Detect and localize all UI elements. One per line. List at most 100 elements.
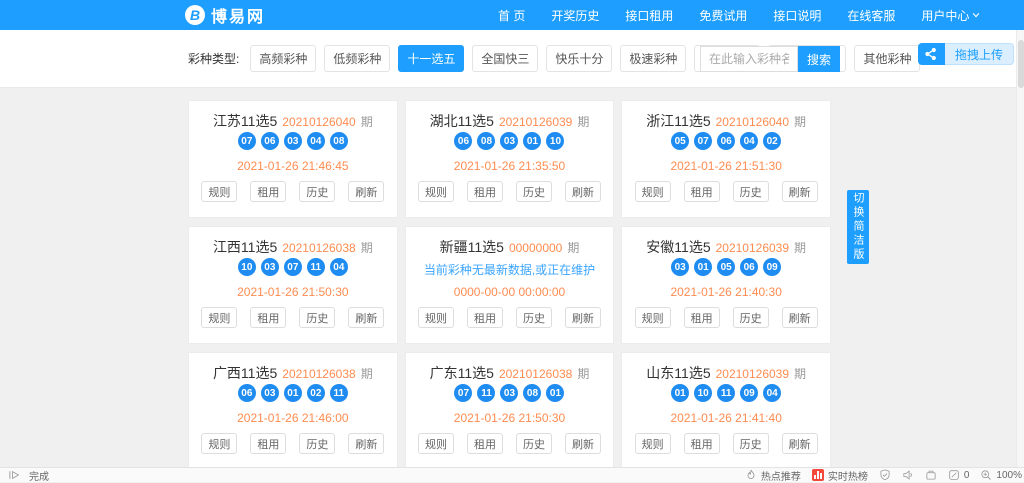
- rent-button[interactable]: 租用: [250, 307, 286, 328]
- search-button[interactable]: 搜索: [798, 46, 840, 72]
- rules-button[interactable]: 规则: [418, 307, 454, 328]
- refresh-button[interactable]: 刷新: [348, 181, 384, 202]
- rules-button[interactable]: 规则: [201, 181, 237, 202]
- realtime-hot-toggle[interactable]: 实时热榜: [812, 468, 868, 483]
- refresh-button[interactable]: 刷新: [565, 307, 601, 328]
- rent-button[interactable]: 租用: [467, 433, 503, 454]
- card-actions: 规则 租用 历史 刷新: [406, 307, 614, 328]
- nav-item-api-rent[interactable]: 接口租用: [625, 7, 673, 24]
- sound-button[interactable]: [902, 469, 914, 481]
- history-button[interactable]: 历史: [733, 433, 769, 454]
- switch-simple-version-button[interactable]: 切换简洁版: [847, 190, 869, 264]
- result-ball: 06: [238, 384, 256, 402]
- result-ball: 06: [454, 132, 472, 150]
- filter-11x5-active[interactable]: 十一选五: [398, 45, 464, 72]
- history-button[interactable]: 历史: [299, 307, 335, 328]
- card-actions: 规则 租用 历史 刷新: [406, 433, 614, 454]
- refresh-button[interactable]: 刷新: [565, 181, 601, 202]
- refresh-button[interactable]: 刷新: [348, 433, 384, 454]
- bar-chart-icon: [812, 469, 824, 481]
- result-ball: 01: [523, 132, 541, 150]
- issue-suffix: 期: [361, 239, 373, 256]
- nav-item-home[interactable]: 首 页: [498, 7, 525, 24]
- nav-item-free-trial[interactable]: 免费试用: [699, 7, 747, 24]
- history-button[interactable]: 历史: [516, 433, 552, 454]
- result-balls: 06 08 03 01 10: [406, 132, 614, 150]
- site-logo[interactable]: B 博易网: [185, 0, 265, 30]
- zoom-control[interactable]: 100%: [980, 469, 1022, 481]
- result-ball: 03: [261, 384, 279, 402]
- play-progress-icon: [8, 469, 20, 481]
- scrollbar-thumb[interactable]: [1018, 40, 1024, 88]
- filter-speed[interactable]: 极速彩种: [620, 45, 686, 72]
- security-shield-button[interactable]: [879, 469, 891, 481]
- extension-box-button[interactable]: [925, 469, 937, 481]
- history-button[interactable]: 历史: [516, 181, 552, 202]
- nav-item-user-center[interactable]: 用户中心: [921, 7, 980, 24]
- ad-block-counter[interactable]: 0: [948, 469, 970, 481]
- hot-recommend-toggle[interactable]: 热点推荐: [745, 468, 801, 483]
- issue-suffix: 期: [794, 365, 806, 382]
- rules-button[interactable]: 规则: [635, 181, 671, 202]
- rules-button[interactable]: 规则: [201, 433, 237, 454]
- refresh-button[interactable]: 刷新: [782, 181, 818, 202]
- rent-button[interactable]: 租用: [684, 433, 720, 454]
- rent-button[interactable]: 租用: [467, 307, 503, 328]
- rent-button[interactable]: 租用: [250, 181, 286, 202]
- refresh-button[interactable]: 刷新: [782, 433, 818, 454]
- nav-item-api-docs[interactable]: 接口说明: [773, 7, 821, 24]
- search-input[interactable]: [700, 46, 798, 72]
- logo-icon: B: [185, 5, 205, 25]
- drag-upload-button[interactable]: 拖拽上传: [945, 43, 1014, 65]
- history-button[interactable]: 历史: [516, 307, 552, 328]
- draw-time: 2021-01-26 21:50:30: [406, 411, 614, 425]
- refresh-button[interactable]: 刷新: [348, 307, 384, 328]
- filter-other[interactable]: 其他彩种: [854, 45, 920, 72]
- issue-suffix: 期: [794, 113, 806, 130]
- result-ball: 11: [717, 384, 735, 402]
- history-button[interactable]: 历史: [733, 181, 769, 202]
- result-ball: 11: [477, 384, 495, 402]
- rules-button[interactable]: 规则: [201, 307, 237, 328]
- result-ball: 06: [261, 132, 279, 150]
- issue-number: 20210126040: [282, 115, 355, 129]
- result-ball: 05: [671, 132, 689, 150]
- history-button[interactable]: 历史: [733, 307, 769, 328]
- refresh-button[interactable]: 刷新: [565, 433, 601, 454]
- nav-item-online-service[interactable]: 在线客服: [847, 7, 895, 24]
- rent-button[interactable]: 租用: [684, 307, 720, 328]
- rules-button[interactable]: 规则: [635, 433, 671, 454]
- history-button[interactable]: 历史: [299, 433, 335, 454]
- rules-button[interactable]: 规则: [635, 307, 671, 328]
- rules-button[interactable]: 规则: [418, 181, 454, 202]
- filter-national-k3[interactable]: 全国快三: [472, 45, 538, 72]
- filter-high-frequency[interactable]: 高频彩种: [250, 45, 316, 72]
- result-ball: 01: [671, 384, 689, 402]
- upload-control: 拖拽上传: [918, 43, 1014, 65]
- result-balls: 05 07 06 04 02: [622, 132, 830, 150]
- history-button[interactable]: 历史: [299, 181, 335, 202]
- lottery-name: 山东11选5: [646, 363, 710, 383]
- result-ball: 02: [307, 384, 325, 402]
- card-title-row: 广东11选5 20210126038 期: [406, 363, 614, 383]
- filter-happy10[interactable]: 快乐十分: [546, 45, 612, 72]
- nav-item-draw-history[interactable]: 开奖历史: [551, 7, 599, 24]
- chevron-down-icon: [972, 11, 980, 19]
- card-title-row: 浙江11选5 20210126040 期: [622, 111, 830, 131]
- share-nodes-icon[interactable]: [918, 43, 945, 65]
- issue-number: 20210126039: [716, 241, 789, 255]
- rent-button[interactable]: 租用: [250, 433, 286, 454]
- result-ball: 08: [330, 132, 348, 150]
- refresh-button[interactable]: 刷新: [782, 307, 818, 328]
- vertical-scrollbar[interactable]: [1016, 30, 1024, 467]
- result-balls: 06 03 01 02 11: [189, 384, 397, 402]
- result-ball: 03: [261, 258, 279, 276]
- filter-low-frequency[interactable]: 低频彩种: [324, 45, 390, 72]
- card-title-row: 新疆11选5 00000000 期: [406, 237, 614, 257]
- rules-button[interactable]: 规则: [418, 433, 454, 454]
- rent-button[interactable]: 租用: [684, 181, 720, 202]
- lottery-grid: 江苏11选5 20210126040 期 07 06 03 04 08 2021…: [188, 100, 831, 470]
- issue-number: 00000000: [509, 241, 562, 255]
- rent-button[interactable]: 租用: [467, 181, 503, 202]
- lottery-card-anhui: 安徽11选5 20210126039 期 03 01 05 06 09 2021…: [621, 226, 831, 344]
